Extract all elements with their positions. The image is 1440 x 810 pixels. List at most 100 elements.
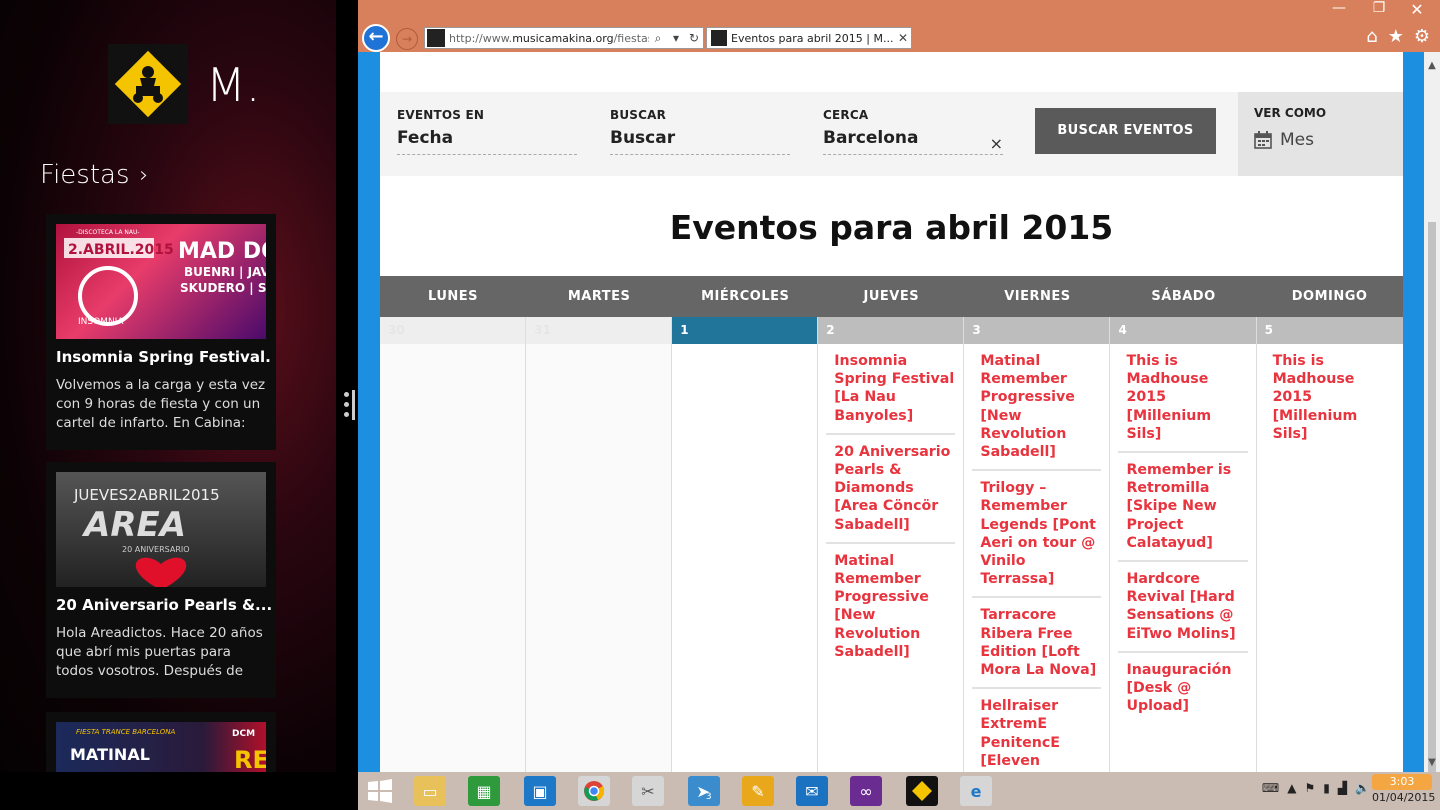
- visual-studio-icon[interactable]: ∞: [850, 776, 882, 806]
- section-fiestas-link[interactable]: Fiestas ›: [40, 160, 148, 190]
- event-link[interactable]: Insomnia Spring Festival [La Nau Banyole…: [826, 344, 956, 435]
- volume-icon[interactable]: 🔈: [1355, 781, 1370, 795]
- cerca-field[interactable]: CERCA Barcelona ×: [823, 108, 1003, 155]
- scroll-up-icon[interactable]: ▲: [1424, 60, 1440, 71]
- cerca-value: Barcelona: [823, 128, 1003, 155]
- left-snapped-app: M. Fiestas › -DISCOTECA LA NAU- 2.ABRIL.…: [0, 0, 336, 772]
- maxthon-icon[interactable]: ▣: [524, 776, 556, 806]
- poster-date: 2.ABRIL.2015: [68, 242, 174, 258]
- close-window-icon[interactable]: ✕: [1398, 0, 1436, 20]
- dj-logo-icon: [110, 46, 186, 122]
- day-number[interactable]: 5: [1256, 317, 1403, 344]
- event-link[interactable]: Matinal Remember Progressive [New Revolu…: [826, 544, 955, 669]
- page-title: Eventos para abril 2015: [669, 208, 1114, 247]
- clear-location-icon[interactable]: ×: [990, 134, 1003, 153]
- event-card-insomnia[interactable]: -DISCOTECA LA NAU- 2.ABRIL.2015 MAD DOG …: [46, 214, 276, 450]
- chevron-right-icon: ›: [139, 162, 149, 188]
- event-link[interactable]: Hardcore Revival [Hard Sensations @ EiTw…: [1118, 562, 1248, 653]
- calendar-icon: [1254, 131, 1272, 149]
- card-title: Insomnia Spring Festival...: [56, 348, 271, 366]
- event-card-area[interactable]: JUEVES2ABRIL2015 AREA 20 ANIVERSARIO 20 …: [46, 462, 276, 698]
- event-link[interactable]: Hellraiser ExtremE PenitencE [Eleven Val…: [972, 689, 1101, 772]
- day-number[interactable]: 3: [964, 317, 1110, 344]
- browser-window: — ❐ ✕ ← → http://www.musicamakina.org/fi…: [358, 0, 1440, 782]
- tab-close-icon[interactable]: ✕: [895, 31, 911, 45]
- settings-gear-icon[interactable]: ⚙: [1414, 26, 1430, 47]
- url-domain: musicamakina.org: [512, 31, 614, 45]
- poster-top-text: -DISCOTECA LA NAU-: [76, 229, 140, 236]
- tab-title: Eventos para abril 2015 | M...: [731, 31, 894, 45]
- tray-expand-icon[interactable]: ▲: [1287, 781, 1296, 795]
- app-title: M.: [206, 58, 261, 112]
- buscar-value: Buscar: [610, 128, 790, 155]
- event-link[interactable]: Inauguración [Desk @ Upload]: [1118, 653, 1247, 724]
- day-number[interactable]: 4: [1110, 317, 1256, 344]
- network-icon[interactable]: ▟: [1338, 781, 1347, 795]
- poster-subtitle: 20 ANIVERSARIO: [122, 545, 190, 554]
- file-explorer-icon[interactable]: ▭: [414, 776, 446, 806]
- event-link[interactable]: This is Madhouse 2015 [Millenium Sils]: [1265, 344, 1395, 451]
- windows-start-icon[interactable]: [366, 778, 394, 804]
- poster-brand: INSOMNIA: [78, 317, 124, 327]
- event-link[interactable]: Trilogy – Remember Legends [Pont Aeri on…: [972, 471, 1102, 599]
- event-card-matinal[interactable]: FIESTA TRANCE BARCELONA MATINAL DCM RE: [46, 712, 276, 772]
- tab-eventos[interactable]: Eventos para abril 2015 | M... ✕: [706, 27, 912, 49]
- eventos-en-field[interactable]: EVENTOS EN Fecha: [397, 108, 577, 155]
- ver-como-label: VER COMO: [1254, 106, 1327, 120]
- internet-explorer-icon[interactable]: e: [960, 776, 992, 806]
- buscar-eventos-button[interactable]: BUSCAR EVENTOS: [1035, 108, 1216, 154]
- restore-icon[interactable]: ❐: [1364, 0, 1394, 20]
- poster-image-area: JUEVES2ABRIL2015 AREA 20 ANIVERSARIO: [56, 472, 266, 587]
- event-link[interactable]: This is Madhouse 2015 [Millenium Sils]: [1118, 344, 1248, 454]
- snap-splitter[interactable]: [336, 0, 358, 772]
- flag-icon[interactable]: ⚑: [1304, 781, 1315, 795]
- site-favicon-icon: [427, 29, 445, 47]
- day-number[interactable]: 30: [380, 317, 526, 344]
- calendar-day-cell: 30: [380, 317, 527, 772]
- browser-chrome: — ❐ ✕ ← → http://www.musicamakina.org/fi…: [358, 0, 1440, 52]
- back-button[interactable]: ←: [362, 24, 390, 52]
- card-description: Hola Areadictos. Hace 20 años que abrí m…: [56, 625, 263, 684]
- card-description: Volvemos a la carga y esta vez con 9 hor…: [56, 377, 266, 436]
- mail-icon[interactable]: ✉: [796, 776, 828, 806]
- keyboard-icon[interactable]: ⌨: [1262, 781, 1279, 795]
- event-link[interactable]: Tarracore Ribera Free Edition [Loft Mora…: [972, 598, 1102, 690]
- buscar-field[interactable]: BUSCAR Buscar: [610, 108, 790, 155]
- chrome-icon[interactable]: [578, 776, 610, 806]
- app-logo[interactable]: [108, 44, 188, 124]
- day-number[interactable]: 31: [526, 317, 672, 344]
- address-bar[interactable]: http://www.musicamakina.org/fiestas/ ⌕ ▾…: [424, 27, 704, 49]
- snipping-tool-icon[interactable]: ✂: [632, 776, 664, 806]
- eventos-en-label: EVENTOS EN: [397, 108, 485, 122]
- poster-headliner: MATINAL: [70, 745, 150, 764]
- web-page: EVENTOS EN Fecha BUSCAR Buscar CERCA Bar…: [380, 52, 1403, 772]
- scrollbar-thumb[interactable]: [1428, 222, 1436, 782]
- favorites-star-icon[interactable]: ★: [1388, 26, 1404, 47]
- telegram-icon[interactable]: ➤ 3: [688, 776, 720, 806]
- paint-tool-icon[interactable]: ✎: [742, 776, 774, 806]
- vertical-scrollbar[interactable]: ▲ ▼: [1424, 52, 1440, 782]
- home-icon[interactable]: ⌂: [1366, 26, 1377, 47]
- event-link[interactable]: Remember is Retromilla [Skipe New Projec…: [1118, 453, 1248, 563]
- event-link[interactable]: 20 Aniversario Pearls & Diamonds [Area C…: [826, 435, 956, 544]
- poster-image-insomnia: -DISCOTECA LA NAU- 2.ABRIL.2015 MAD DOG …: [56, 224, 266, 339]
- calendar-day-cell: 2 Insomnia Spring Festival [La Nau Banyol…: [818, 317, 965, 772]
- event-link[interactable]: Matinal Remember Progressive [New Revolu…: [972, 344, 1102, 472]
- card-title: 20 Aniversario Pearls &...: [56, 596, 271, 614]
- musicamakina-app-icon[interactable]: [906, 776, 938, 806]
- ver-como-selector[interactable]: VER COMO Mes: [1238, 92, 1403, 176]
- forward-button[interactable]: →: [396, 28, 418, 50]
- system-clock[interactable]: 3:03 01/04/2015: [1372, 774, 1435, 806]
- day-number[interactable]: 1: [672, 317, 818, 344]
- dropdown-arrow-icon[interactable]: ▾: [667, 31, 685, 45]
- scroll-down-icon[interactable]: ▼: [1424, 757, 1440, 768]
- refresh-icon[interactable]: ↻: [685, 31, 703, 45]
- minimize-icon[interactable]: —: [1324, 0, 1354, 20]
- day-number[interactable]: 2: [818, 317, 964, 344]
- battery-icon[interactable]: ▮: [1323, 781, 1330, 795]
- address-url: http://www.musicamakina.org/fiestas/: [449, 32, 649, 45]
- search-icon[interactable]: ⌕: [649, 31, 667, 46]
- store-icon[interactable]: ▦: [468, 776, 500, 806]
- poster-side-text-2: RE: [234, 746, 266, 772]
- calendar-day-cell: 4 This is Madhouse 2015 [Millenium Sils] R…: [1110, 317, 1257, 772]
